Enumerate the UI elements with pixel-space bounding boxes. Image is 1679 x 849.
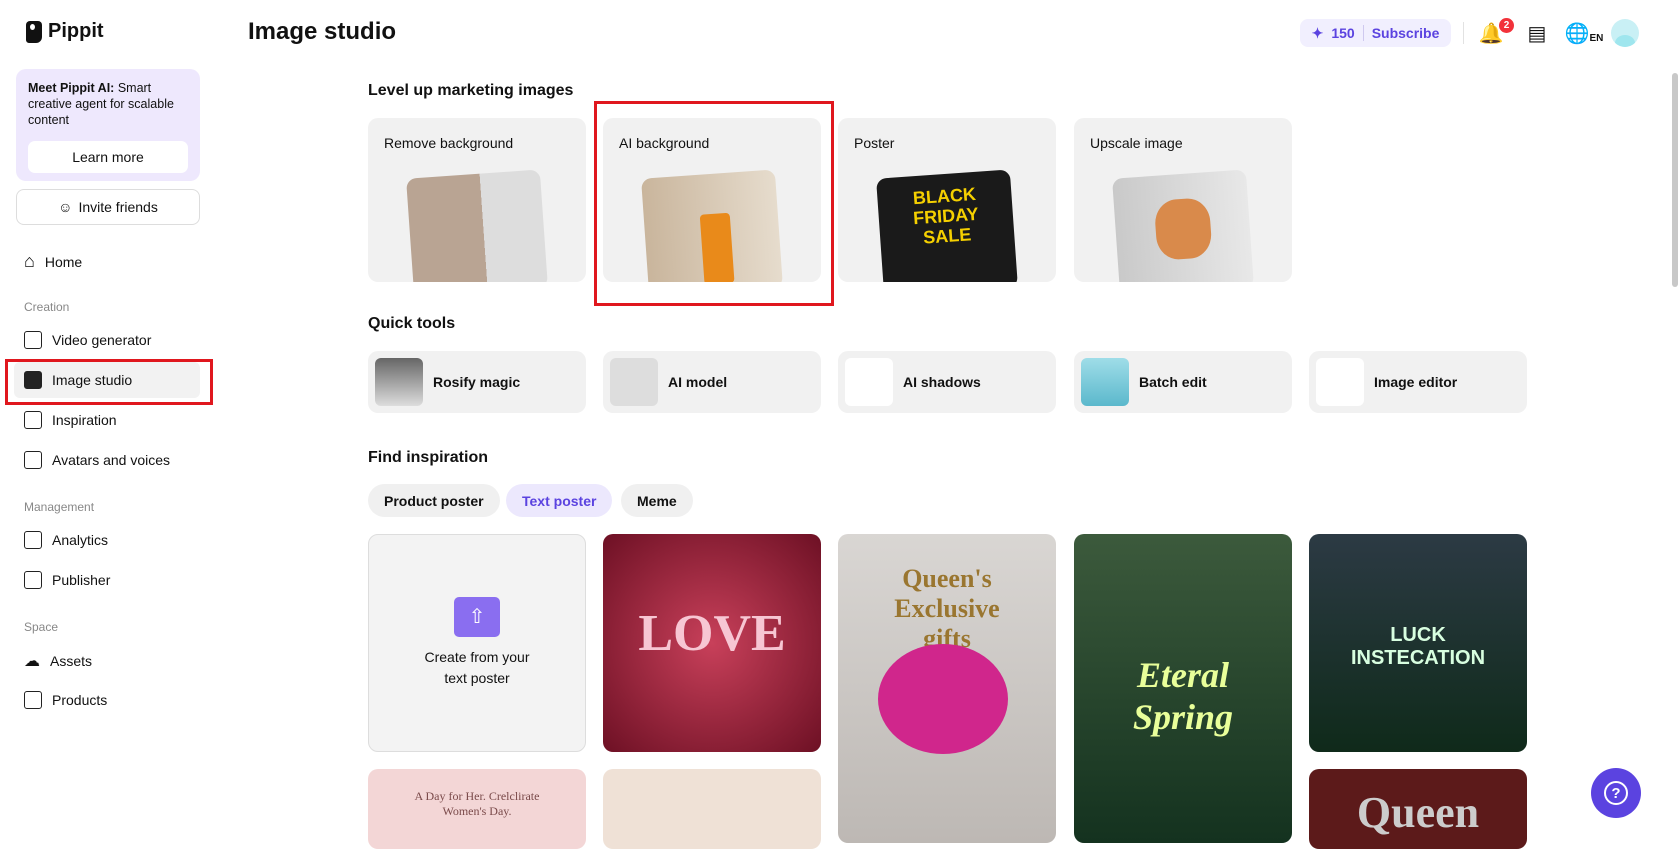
calendar-icon (24, 571, 42, 589)
sparkle-icon: ✦ (1311, 24, 1324, 41)
home-icon: ⌂ (24, 251, 35, 271)
chip-text-poster[interactable]: Text poster (506, 484, 613, 517)
ai-shadows-thumbnail (845, 358, 893, 406)
section-title-level-up: Level up marketing images (368, 82, 574, 99)
tool-image-editor[interactable]: Image editor (1309, 351, 1527, 413)
card-upscale-image[interactable]: Upscale image (1074, 118, 1292, 282)
page-title: Image studio (248, 18, 397, 45)
promo-card: Meet Pippit AI: Smart creative agent for… (16, 69, 200, 181)
notification-badge: 2 (1499, 18, 1514, 33)
sidebar-item-publisher[interactable]: Publisher (24, 571, 110, 589)
help-button[interactable]: ? (1591, 768, 1641, 818)
analytics-icon (24, 531, 42, 549)
ai-model-thumbnail (610, 358, 658, 406)
woman-portrait-image (406, 169, 548, 282)
video-icon (24, 331, 42, 349)
subscribe-button[interactable]: Subscribe (1372, 25, 1440, 41)
sidebar-item-inspiration[interactable]: Inspiration (24, 411, 117, 429)
invite-friends-button[interactable]: ☺ Invite friends (16, 189, 200, 225)
sidebar-item-analytics[interactable]: Analytics (24, 531, 108, 549)
section-title-find-inspiration: Find inspiration (368, 449, 488, 466)
poster-image: BLACK FRIDAY SALE (876, 169, 1018, 282)
image-editor-thumbnail (1316, 358, 1364, 406)
highlight-ai-background (594, 101, 834, 306)
section-management: Management (24, 500, 95, 514)
tile-eternal-spring[interactable]: Eteral Spring (1074, 534, 1292, 843)
tool-ai-model[interactable]: AI model (603, 351, 821, 413)
tile-queens[interactable]: Queen's Exclusive gifts (838, 534, 1056, 843)
pippit-logo[interactable]: Pippit (26, 20, 104, 43)
tile-love[interactable]: LOVE (603, 534, 821, 752)
create-from-text-poster[interactable]: ⇧ Create from your text poster (368, 534, 586, 752)
chip-product-poster[interactable]: Product poster (368, 484, 500, 517)
language-globe-icon[interactable]: 🌐 EN (1565, 20, 1604, 46)
sidebar-item-products[interactable]: Products (24, 691, 107, 709)
upload-folder-icon: ⇧ (454, 597, 500, 637)
wallet-icon[interactable]: ▤ (1524, 20, 1550, 46)
learn-more-button[interactable]: Learn more (28, 141, 188, 173)
sidebar-item-home[interactable]: ⌂ Home (24, 251, 82, 272)
tile-womens-day[interactable]: A Day for Her. Crelclirate Women's Day. (368, 769, 586, 849)
tile-flowers[interactable] (603, 769, 821, 849)
divider (1463, 22, 1464, 44)
tool-batch-edit[interactable]: Batch edit (1074, 351, 1292, 413)
section-title-quick-tools: Quick tools (368, 315, 456, 332)
pippit-logo-icon (26, 20, 42, 43)
scrollbar[interactable] (1672, 73, 1678, 287)
section-space: Space (24, 620, 59, 634)
tool-ai-shadows[interactable]: AI shadows (838, 351, 1056, 413)
tile-luck[interactable]: LUCK INSTECATION (1309, 534, 1527, 752)
inspiration-icon (24, 411, 42, 429)
sidebar-item-video-generator[interactable]: Video generator (24, 331, 151, 349)
user-avatar[interactable] (1611, 19, 1639, 47)
dog-image (1112, 169, 1254, 282)
sidebar-item-avatars[interactable]: Avatars and voices (24, 451, 170, 469)
card-poster[interactable]: Poster BLACK FRIDAY SALE (838, 118, 1056, 282)
tile-queen[interactable]: Queen (1309, 769, 1527, 849)
highlight-image-studio (5, 359, 213, 405)
cloud-icon: ☁ (24, 653, 40, 670)
tool-rosify-magic[interactable]: Rosify magic (368, 351, 586, 413)
question-icon: ? (1604, 781, 1628, 805)
card-remove-background[interactable]: Remove background (368, 118, 586, 282)
section-creation: Creation (24, 300, 70, 314)
sidebar-item-assets[interactable]: ☁ Assets (24, 651, 92, 671)
chip-meme[interactable]: Meme (621, 484, 693, 517)
avatar-icon (24, 451, 42, 469)
rosify-thumbnail (375, 358, 423, 406)
add-user-icon: ☺ (58, 199, 73, 215)
credits-subscribe[interactable]: ✦ 150 Subscribe (1300, 19, 1451, 47)
product-icon (24, 691, 42, 709)
batch-edit-thumbnail (1081, 358, 1129, 406)
